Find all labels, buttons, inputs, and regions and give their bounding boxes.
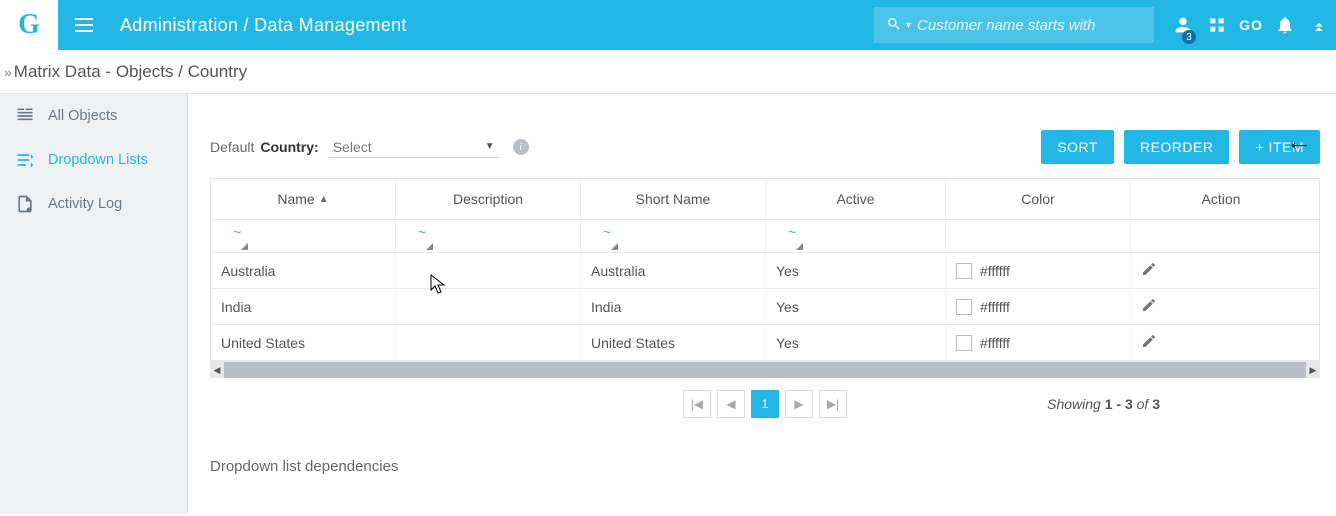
- sidebar-item-label: All Objects: [48, 108, 117, 124]
- collapse-up-icon[interactable]: [1302, 0, 1336, 50]
- cell-description: [396, 253, 581, 288]
- grid-icon: [14, 106, 36, 126]
- scroll-right-icon[interactable]: ▶: [1306, 362, 1320, 378]
- cell-short-name: Australia: [581, 253, 766, 288]
- page-number-button[interactable]: 1: [751, 390, 779, 418]
- color-swatch: [956, 299, 972, 315]
- sort-button[interactable]: SORT: [1041, 130, 1114, 164]
- cell-name: Australia: [211, 253, 396, 288]
- log-icon: [14, 194, 36, 214]
- sidebar-item-label: Dropdown Lists: [48, 152, 148, 168]
- cell-color: #ffffff: [946, 253, 1131, 288]
- horizontal-scrollbar[interactable]: ◀ ▶: [210, 362, 1320, 378]
- sidebar: All Objects Dropdown Lists Activity Log: [0, 94, 188, 514]
- topbar: G Administration / Data Management ▾ 3 G…: [0, 0, 1336, 50]
- table-header-row: Name▲ Description Short Name Active Colo…: [211, 179, 1319, 220]
- col-header-action: Action: [1131, 179, 1311, 219]
- cell-name: United States: [211, 325, 396, 360]
- notification-badge: 3: [1182, 30, 1196, 44]
- sitemap-icon[interactable]: [1200, 0, 1234, 50]
- edit-icon[interactable]: [1141, 297, 1157, 316]
- deps-heading: Dropdown list dependencies: [210, 458, 1320, 475]
- global-search[interactable]: ▾: [874, 7, 1154, 43]
- country-table: Name▲ Description Short Name Active Colo…: [210, 178, 1320, 362]
- edit-icon[interactable]: [1141, 261, 1157, 280]
- table-row: AustraliaAustraliaYes#ffffff: [211, 253, 1319, 289]
- list-icon: [14, 150, 36, 170]
- page-next-button[interactable]: ▶: [785, 390, 813, 418]
- cell-color: #ffffff: [946, 289, 1131, 324]
- col-header-short-name[interactable]: Short Name: [581, 179, 766, 219]
- color-swatch: [956, 335, 972, 351]
- sidebar-item-dropdown-lists[interactable]: Dropdown Lists: [0, 138, 187, 182]
- cell-action: [1131, 253, 1311, 288]
- user-admin-icon[interactable]: 3: [1166, 0, 1200, 50]
- scroll-left-icon[interactable]: ◀: [210, 362, 224, 378]
- sidebar-item-all-objects[interactable]: All Objects: [0, 94, 187, 138]
- sort-asc-icon: ▲: [319, 194, 329, 205]
- page-last-button[interactable]: ▶|: [819, 390, 847, 418]
- table-filter-row: ~ ~ ~ ~: [211, 220, 1319, 253]
- default-country-value: Select: [333, 139, 372, 155]
- page-first-button[interactable]: |◀: [683, 390, 711, 418]
- page-title-row: » Matrix Data - Objects / Country: [0, 50, 1336, 94]
- info-icon[interactable]: i: [513, 139, 529, 155]
- default-country-dropdown[interactable]: Select ▼: [329, 137, 499, 158]
- page-title: Matrix Data - Objects / Country: [14, 62, 247, 82]
- cell-color: #ffffff: [946, 325, 1131, 360]
- color-swatch: [956, 263, 972, 279]
- back-arrow-icon[interactable]: ←: [1286, 126, 1312, 157]
- default-label-bold: Country:: [260, 139, 318, 155]
- cell-description: [396, 289, 581, 324]
- filter-short-name[interactable]: ~: [581, 220, 766, 252]
- table-row: IndiaIndiaYes#ffffff: [211, 289, 1319, 325]
- main-panel: ← Default Country: Select ▼ i SORT REORD…: [188, 94, 1336, 514]
- table-row: United StatesUnited StatesYes#ffffff: [211, 325, 1319, 361]
- cell-short-name: India: [581, 289, 766, 324]
- search-input[interactable]: [917, 17, 1142, 34]
- cell-name: India: [211, 289, 396, 324]
- sidebar-item-activity-log[interactable]: Activity Log: [0, 182, 187, 226]
- filter-name[interactable]: ~: [211, 220, 396, 252]
- col-header-color[interactable]: Color: [946, 179, 1131, 219]
- col-header-description[interactable]: Description: [396, 179, 581, 219]
- col-header-active[interactable]: Active: [766, 179, 946, 219]
- app-logo[interactable]: G: [0, 0, 58, 50]
- filter-action: [1131, 220, 1311, 252]
- sidebar-item-label: Activity Log: [48, 196, 122, 212]
- pagination-summary: Showing 1 - 3 of 3: [1047, 396, 1160, 412]
- search-icon: [886, 16, 902, 35]
- cell-active: Yes: [766, 325, 946, 360]
- search-dropdown-caret[interactable]: ▾: [906, 20, 911, 31]
- filter-active[interactable]: ~: [766, 220, 946, 252]
- default-country-selector: Default Country: Select ▼ i: [210, 137, 529, 158]
- cell-description: [396, 325, 581, 360]
- reorder-button[interactable]: REORDER: [1124, 130, 1230, 164]
- cell-active: Yes: [766, 289, 946, 324]
- filter-color[interactable]: [946, 220, 1131, 252]
- page-prev-button[interactable]: ◀: [717, 390, 745, 418]
- col-header-name[interactable]: Name▲: [211, 179, 396, 219]
- menu-icon[interactable]: [68, 18, 100, 32]
- pagination-row: |◀ ◀ 1 ▶ ▶| Showing 1 - 3 of 3: [210, 378, 1320, 430]
- bell-icon[interactable]: [1268, 0, 1302, 50]
- default-label-prefix: Default: [210, 139, 254, 155]
- cell-action: [1131, 325, 1311, 360]
- cell-short-name: United States: [581, 325, 766, 360]
- cell-active: Yes: [766, 253, 946, 288]
- edit-icon[interactable]: [1141, 333, 1157, 352]
- filter-description[interactable]: ~: [396, 220, 581, 252]
- breadcrumb: Administration / Data Management: [120, 15, 407, 36]
- cell-action: [1131, 289, 1311, 324]
- go-button[interactable]: GO: [1234, 0, 1268, 50]
- chevron-down-icon: ▼: [485, 141, 495, 152]
- expand-icon[interactable]: »: [4, 64, 12, 80]
